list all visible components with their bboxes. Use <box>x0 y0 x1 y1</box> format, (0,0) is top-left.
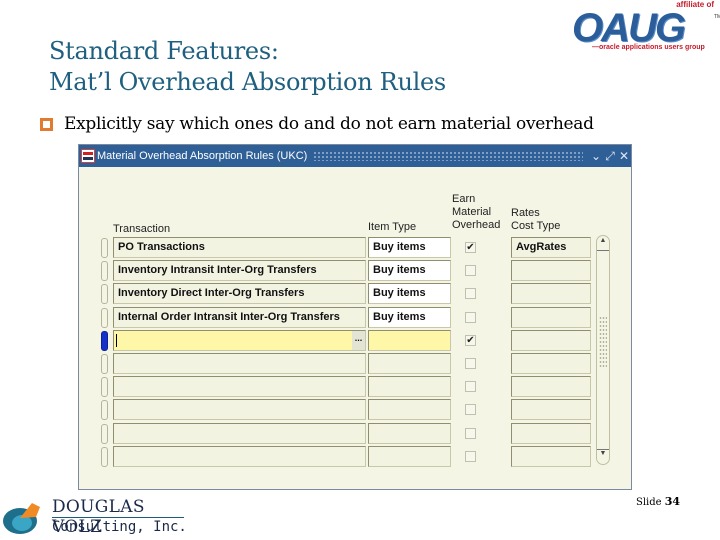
square-bullet-icon <box>40 117 53 131</box>
item-type-field[interactable]: Buy items <box>368 283 451 305</box>
item-type-field[interactable] <box>368 422 451 444</box>
lov-button[interactable]: ... <box>352 330 365 350</box>
transaction-field[interactable] <box>113 353 366 374</box>
slide-number-value: 34 <box>664 495 681 508</box>
slide-label: Slide <box>636 497 662 508</box>
slide-title-line1: Standard Features: <box>49 37 279 65</box>
row-selector[interactable] <box>101 238 108 258</box>
earn-overhead-checkbox[interactable]: ✔ <box>465 334 476 346</box>
oaug-tm: TM <box>714 14 720 20</box>
header-transaction: Transaction <box>113 223 171 235</box>
close-button[interactable]: ✕ <box>617 149 631 163</box>
minimize-button[interactable]: ⌄ <box>589 149 603 163</box>
scroll-thumb[interactable] <box>599 316 607 368</box>
cost-type-field[interactable] <box>511 376 591 398</box>
cost-type-field[interactable] <box>511 422 591 444</box>
earn-overhead-checkbox[interactable] <box>465 311 476 323</box>
transaction-field[interactable]: ... <box>113 329 366 351</box>
cost-type-field[interactable] <box>511 260 591 282</box>
slide-title: Standard Features: Mat’l Overhead Absorp… <box>49 36 446 98</box>
titlebar-dots <box>313 151 583 161</box>
cost-type-field[interactable] <box>511 399 591 421</box>
slide-number: Slide 34 <box>636 495 680 508</box>
item-type-field[interactable] <box>368 376 451 398</box>
row-selector[interactable] <box>101 377 108 398</box>
row-selector[interactable] <box>101 330 108 351</box>
oaug-logo: affiliate of OAUG TM —oracle application… <box>568 0 720 56</box>
window-title: Material Overhead Absorption Rules (UKC) <box>97 150 308 162</box>
cost-type-field[interactable] <box>511 353 591 374</box>
item-type-field[interactable] <box>368 329 451 351</box>
item-type-field[interactable] <box>368 353 451 374</box>
item-type-field[interactable]: Buy items <box>368 260 451 282</box>
row-selector[interactable] <box>101 400 108 421</box>
bullet-item: Explicitly say which ones do and do not … <box>40 114 594 134</box>
oaug-tagline: —oracle applications users group <box>592 44 705 51</box>
item-type-field[interactable] <box>368 399 451 421</box>
header-earn-line3: Overhead <box>452 219 501 231</box>
dv-divider <box>52 517 184 518</box>
oracle-app-icon <box>81 149 95 163</box>
earn-overhead-checkbox[interactable] <box>465 404 476 416</box>
cost-type-field[interactable]: AvgRates <box>511 237 591 258</box>
earn-overhead-checkbox[interactable] <box>465 427 476 439</box>
earn-overhead-checkbox[interactable] <box>465 358 476 369</box>
vertical-scrollbar[interactable]: ▲ ▼ <box>596 235 610 465</box>
cost-type-field[interactable] <box>511 445 591 467</box>
row-selector[interactable] <box>101 284 108 305</box>
transaction-field[interactable] <box>113 445 366 467</box>
bullet-text: Explicitly say which ones do and do not … <box>64 114 594 134</box>
header-rates-cost-type: Rates Cost Type <box>511 207 560 233</box>
row-selector[interactable] <box>101 354 108 374</box>
dv-company-sub: Consulting, Inc. <box>52 519 187 535</box>
item-type-field[interactable]: Buy items <box>368 306 451 328</box>
header-earn-line2: Material <box>452 206 492 218</box>
dv-logo-mark-icon <box>3 503 40 534</box>
header-earn-overhead: Earn Material Overhead <box>452 193 500 232</box>
scroll-down-icon[interactable]: ▼ <box>597 449 609 463</box>
transaction-field[interactable]: PO Transactions <box>113 237 366 258</box>
oracle-form-window: Material Overhead Absorption Rules (UKC)… <box>78 144 632 490</box>
item-type-field[interactable]: Buy items <box>368 237 451 258</box>
transaction-field[interactable] <box>113 399 366 421</box>
cost-type-field[interactable] <box>511 329 591 351</box>
header-earn-line1: Earn <box>452 193 476 205</box>
row-selector[interactable] <box>101 261 108 282</box>
text-cursor <box>116 333 117 347</box>
maximize-button[interactable]: ⤢ <box>603 149 617 164</box>
slide-title-line2: Mat’l Overhead Absorption Rules <box>49 68 446 96</box>
header-item-type: Item Type <box>368 221 417 233</box>
scroll-up-icon[interactable]: ▲ <box>597 237 609 251</box>
row-selector[interactable] <box>101 307 108 328</box>
header-rates-line1: Rates <box>511 207 540 219</box>
earn-overhead-checkbox[interactable] <box>465 288 476 300</box>
row-selector[interactable] <box>101 446 108 467</box>
transaction-field[interactable]: Inventory Direct Inter-Org Transfers <box>113 283 366 305</box>
earn-overhead-checkbox[interactable] <box>465 381 476 393</box>
row-selector[interactable] <box>101 423 108 444</box>
window-titlebar[interactable]: Material Overhead Absorption Rules (UKC)… <box>79 145 631 167</box>
header-rates-line2: Cost Type <box>511 220 561 232</box>
transaction-field[interactable]: Internal Order Intransit Inter-Org Trans… <box>113 306 366 328</box>
douglas-volz-logo: DOUGLAS VOLZ Consulting, Inc. <box>2 497 192 540</box>
earn-overhead-checkbox[interactable] <box>465 450 476 462</box>
transaction-field[interactable] <box>113 376 366 398</box>
item-type-field[interactable] <box>368 445 451 467</box>
transaction-field[interactable] <box>113 422 366 444</box>
earn-overhead-checkbox[interactable]: ✔ <box>465 242 476 253</box>
cost-type-field[interactable] <box>511 306 591 328</box>
transaction-field[interactable]: Inventory Intransit Inter-Org Transfers <box>113 260 366 282</box>
cost-type-field[interactable] <box>511 283 591 305</box>
earn-overhead-checkbox[interactable] <box>465 265 476 277</box>
